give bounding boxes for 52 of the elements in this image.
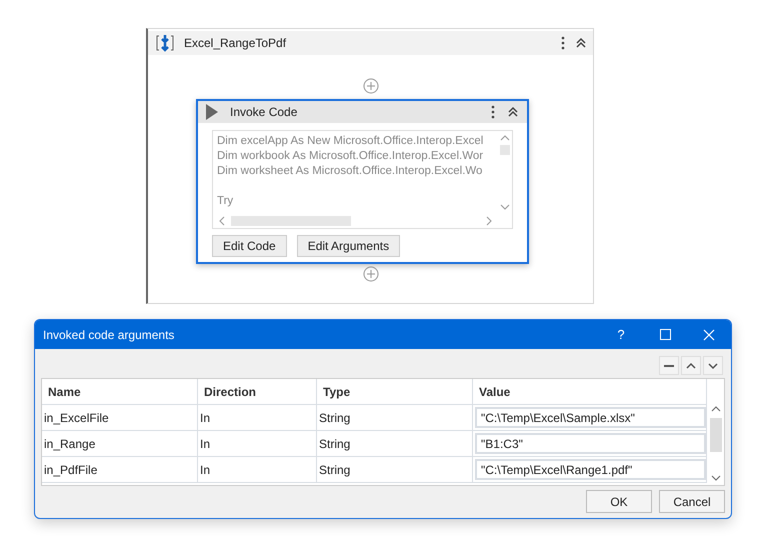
collapse-icon[interactable] [507,106,519,118]
scroll-down-icon[interactable] [500,204,510,210]
help-button[interactable]: ? [599,320,643,349]
scrollbar-thumb[interactable] [710,418,722,452]
direction-cell: In [198,405,317,430]
argument-name-cell: in_PdfFile [42,457,198,482]
move-up-button[interactable] [681,356,701,375]
code-preview[interactable]: Dim excelApp As New Microsoft.Office.Interop.Excel Dim workbook As Microsoft.Office.Interop.Excel.Wor Dim worksheet As Microsoft.Office.Interop.Excel.Wo Try [212,130,513,229]
cancel-button[interactable]: Cancel [659,490,725,513]
scroll-left-icon[interactable] [219,216,225,226]
column-header[interactable]: Direction [198,379,317,404]
direction-cell: In [198,457,317,482]
invoke-code-activity[interactable]: Invoke Code Dim excelApp As New Microsoft.Office.Interop.Excel Dim workbook As Microsoft.Office.Interop.Excel.Wor Dim worksheet As Microsoft.Office.Interop.Excel.Wo Try Edit Code Edit Arguments [196,99,529,264]
remove-button[interactable] [659,356,679,375]
scrollbar-thumb[interactable] [231,216,351,226]
code-line: Try [217,194,234,209]
column-header[interactable]: Type [317,379,473,404]
activity-title: Invoke Code [230,105,298,119]
close-icon [703,328,715,340]
collapse-icon[interactable] [575,37,587,49]
more-options-icon[interactable] [561,36,565,50]
more-options-icon[interactable] [491,105,495,119]
edit-button[interactable]: Edit Code [212,235,287,257]
code-line: Dim worksheet As Microsoft.Office.Interop.Excel.Wo [217,164,484,179]
type-cell: String [317,431,473,456]
value-field[interactable]: "B1:C3" [475,433,706,454]
type-cell: String [317,457,473,482]
scroll-up-icon[interactable] [500,135,510,141]
column-header[interactable]: Value [473,379,707,404]
scroll-down-icon[interactable] [710,475,720,481]
value-field[interactable]: "C:\Temp\Excel\Range1.pdf" [475,459,706,480]
dialog-title: Invoked code arguments [43,328,174,342]
scroll-right-icon[interactable] [486,216,492,226]
maximize-icon [660,329,670,340]
scroll-up-icon[interactable] [710,406,720,412]
code-line: Dim excelApp As New Microsoft.Office.Interop.Excel [217,134,484,149]
sequence-icon [156,34,174,52]
ok-button[interactable]: OK [586,490,652,513]
sequence-title: Excel_RangeToPdf [184,36,286,50]
direction-cell: In [198,431,317,456]
column-header[interactable]: Name [42,379,198,404]
scrollbar-thumb[interactable] [500,145,510,155]
code-line: Dim workbook As Microsoft.Office.Interop.Excel.Wor [217,149,484,164]
argument-name-cell: in_ExcelFile [42,405,198,430]
edit-button[interactable]: Edit Arguments [296,235,400,257]
add-activity-icon[interactable] [362,266,378,282]
value-field[interactable]: "C:\Temp\Excel\Sample.xlsx" [475,407,706,428]
play-icon [206,104,218,120]
add-activity-icon[interactable] [362,78,378,94]
type-cell: String [317,405,473,430]
argument-name-cell: in_Range [42,431,198,456]
move-down-button[interactable] [703,356,723,375]
